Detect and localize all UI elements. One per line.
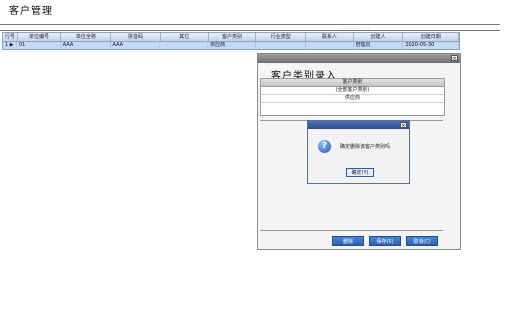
col-header-creator[interactable]: 创建人 bbox=[354, 33, 404, 41]
ok-button[interactable]: 确定(Y) bbox=[346, 168, 374, 177]
col-header-other[interactable]: 其它 bbox=[161, 33, 209, 41]
cell-other bbox=[160, 42, 209, 49]
header-rule bbox=[0, 24, 500, 31]
dialog-close-icon[interactable]: × bbox=[451, 55, 458, 62]
resize-grip[interactable]: :::::::::::: bbox=[342, 25, 370, 30]
col-header-pinyin[interactable]: 拼音码 bbox=[111, 33, 161, 41]
cell-customer-type: 供应商 bbox=[208, 42, 256, 49]
col-header-unit-name[interactable]: 单位全称 bbox=[61, 33, 112, 41]
page-title: 客户管理 bbox=[9, 6, 53, 17]
cell-industry bbox=[256, 42, 306, 49]
col-header-customer-type[interactable]: 客户类别 bbox=[209, 33, 257, 41]
list-item[interactable]: 供应商 bbox=[261, 95, 444, 103]
cell-created-date: 2020-05-30 bbox=[403, 42, 460, 49]
cell-pinyin: AAA bbox=[111, 42, 161, 49]
col-header-row-no[interactable]: 行号 bbox=[3, 33, 18, 41]
message-text: 确定删除该客户类别吗 bbox=[340, 144, 391, 150]
list-item[interactable]: (全部客户类别) bbox=[261, 87, 444, 95]
confirm-message-box: 提示 × ? 确定删除该客户类别吗 确定(Y) bbox=[307, 120, 410, 184]
delete-button[interactable]: 删除 bbox=[332, 236, 364, 246]
col-header-contact[interactable]: 联系人 bbox=[306, 33, 354, 41]
customer-type-list: 客户类别 (全部客户类别) 供应商 bbox=[260, 78, 445, 116]
cancel-button[interactable]: 取消(C) bbox=[406, 236, 438, 246]
cell-row-no: 1 ▶ bbox=[3, 42, 17, 49]
message-title: 提示 bbox=[310, 132, 321, 138]
list-item-empty[interactable] bbox=[261, 103, 444, 115]
cell-unit-name: AAA bbox=[61, 42, 111, 49]
message-close-icon[interactable]: × bbox=[400, 122, 407, 129]
col-header-created-date[interactable]: 创建日期 bbox=[403, 33, 460, 41]
col-header-unit-code[interactable]: 单位编号 bbox=[18, 33, 62, 41]
cell-unit-code: 01 bbox=[17, 42, 61, 49]
question-icon: ? bbox=[318, 140, 331, 153]
dialog-titlebar[interactable]: 客户类别录入 × bbox=[258, 54, 460, 71]
list-header: 客户类别 bbox=[261, 79, 444, 87]
cell-contact bbox=[306, 42, 354, 49]
save-button[interactable]: 保存(S) bbox=[369, 236, 401, 246]
divider bbox=[260, 230, 443, 231]
cell-creator: 管理员 bbox=[354, 42, 404, 49]
col-header-industry[interactable]: 行业类型 bbox=[256, 33, 307, 41]
customer-grid: 行号 单位编号 单位全称 拼音码 其它 客户类别 行业类型 联系人 创建人 创建… bbox=[2, 32, 460, 50]
message-titlebar[interactable]: 提示 × bbox=[308, 121, 409, 138]
table-row[interactable]: 1 ▶ 01 AAA AAA 供应商 管理员 2020-05-30 bbox=[2, 42, 460, 50]
grid-header: 行号 单位编号 单位全称 拼音码 其它 客户类别 行业类型 联系人 创建人 创建… bbox=[2, 32, 460, 42]
